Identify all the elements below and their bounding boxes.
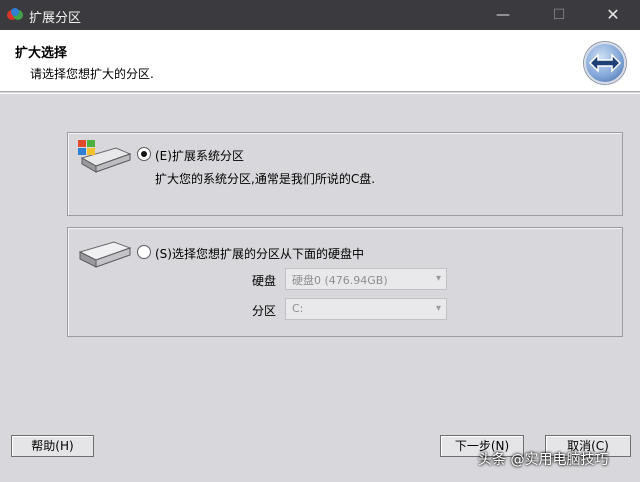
chevron-down-icon: ▾ xyxy=(435,273,441,284)
extend-arrows-icon xyxy=(584,42,626,84)
disk-select[interactable]: 硬盘0 (476.94GB) ▾ xyxy=(285,268,447,290)
hard-disk-icon xyxy=(78,241,132,268)
close-button[interactable]: ✕ xyxy=(590,0,636,30)
maximize-button[interactable]: ☐ xyxy=(536,0,582,30)
system-partition-description: 扩大您的系统分区,通常是我们所说的C盘. xyxy=(155,172,376,186)
disk-field-label: 硬盘 xyxy=(252,274,277,288)
wizard-header: 扩大选择 请选择您想扩大的分区. xyxy=(0,30,640,92)
partition-field-label: 分区 xyxy=(252,304,277,318)
title-bar: 扩展分区 — ☐ ✕ xyxy=(0,0,640,30)
help-button[interactable]: 帮助(H) xyxy=(11,435,94,457)
partition-select-value: C: xyxy=(292,302,304,315)
window-title: 扩展分区 xyxy=(29,11,82,26)
watermark: 头条 @实用电脑技巧 xyxy=(478,452,609,468)
partition-select[interactable]: C: ▾ xyxy=(285,298,447,320)
system-partition-label[interactable]: (E)扩展系统分区 xyxy=(155,147,244,164)
header-subtitle: 请选择您想扩大的分区. xyxy=(30,67,154,81)
header-divider xyxy=(0,93,640,94)
disk-select-value: 硬盘0 (476.94GB) xyxy=(292,274,388,287)
minimize-button[interactable]: — xyxy=(480,0,526,30)
system-disk-icon xyxy=(78,140,132,173)
chevron-down-icon: ▾ xyxy=(435,303,441,314)
system-partition-radio[interactable] xyxy=(137,147,151,161)
custom-partition-radio[interactable] xyxy=(137,245,151,259)
app-icon xyxy=(7,8,23,20)
header-title: 扩大选择 xyxy=(15,46,68,61)
custom-partition-label[interactable]: (S)选择您想扩展的分区从下面的硬盘中 xyxy=(155,245,364,262)
